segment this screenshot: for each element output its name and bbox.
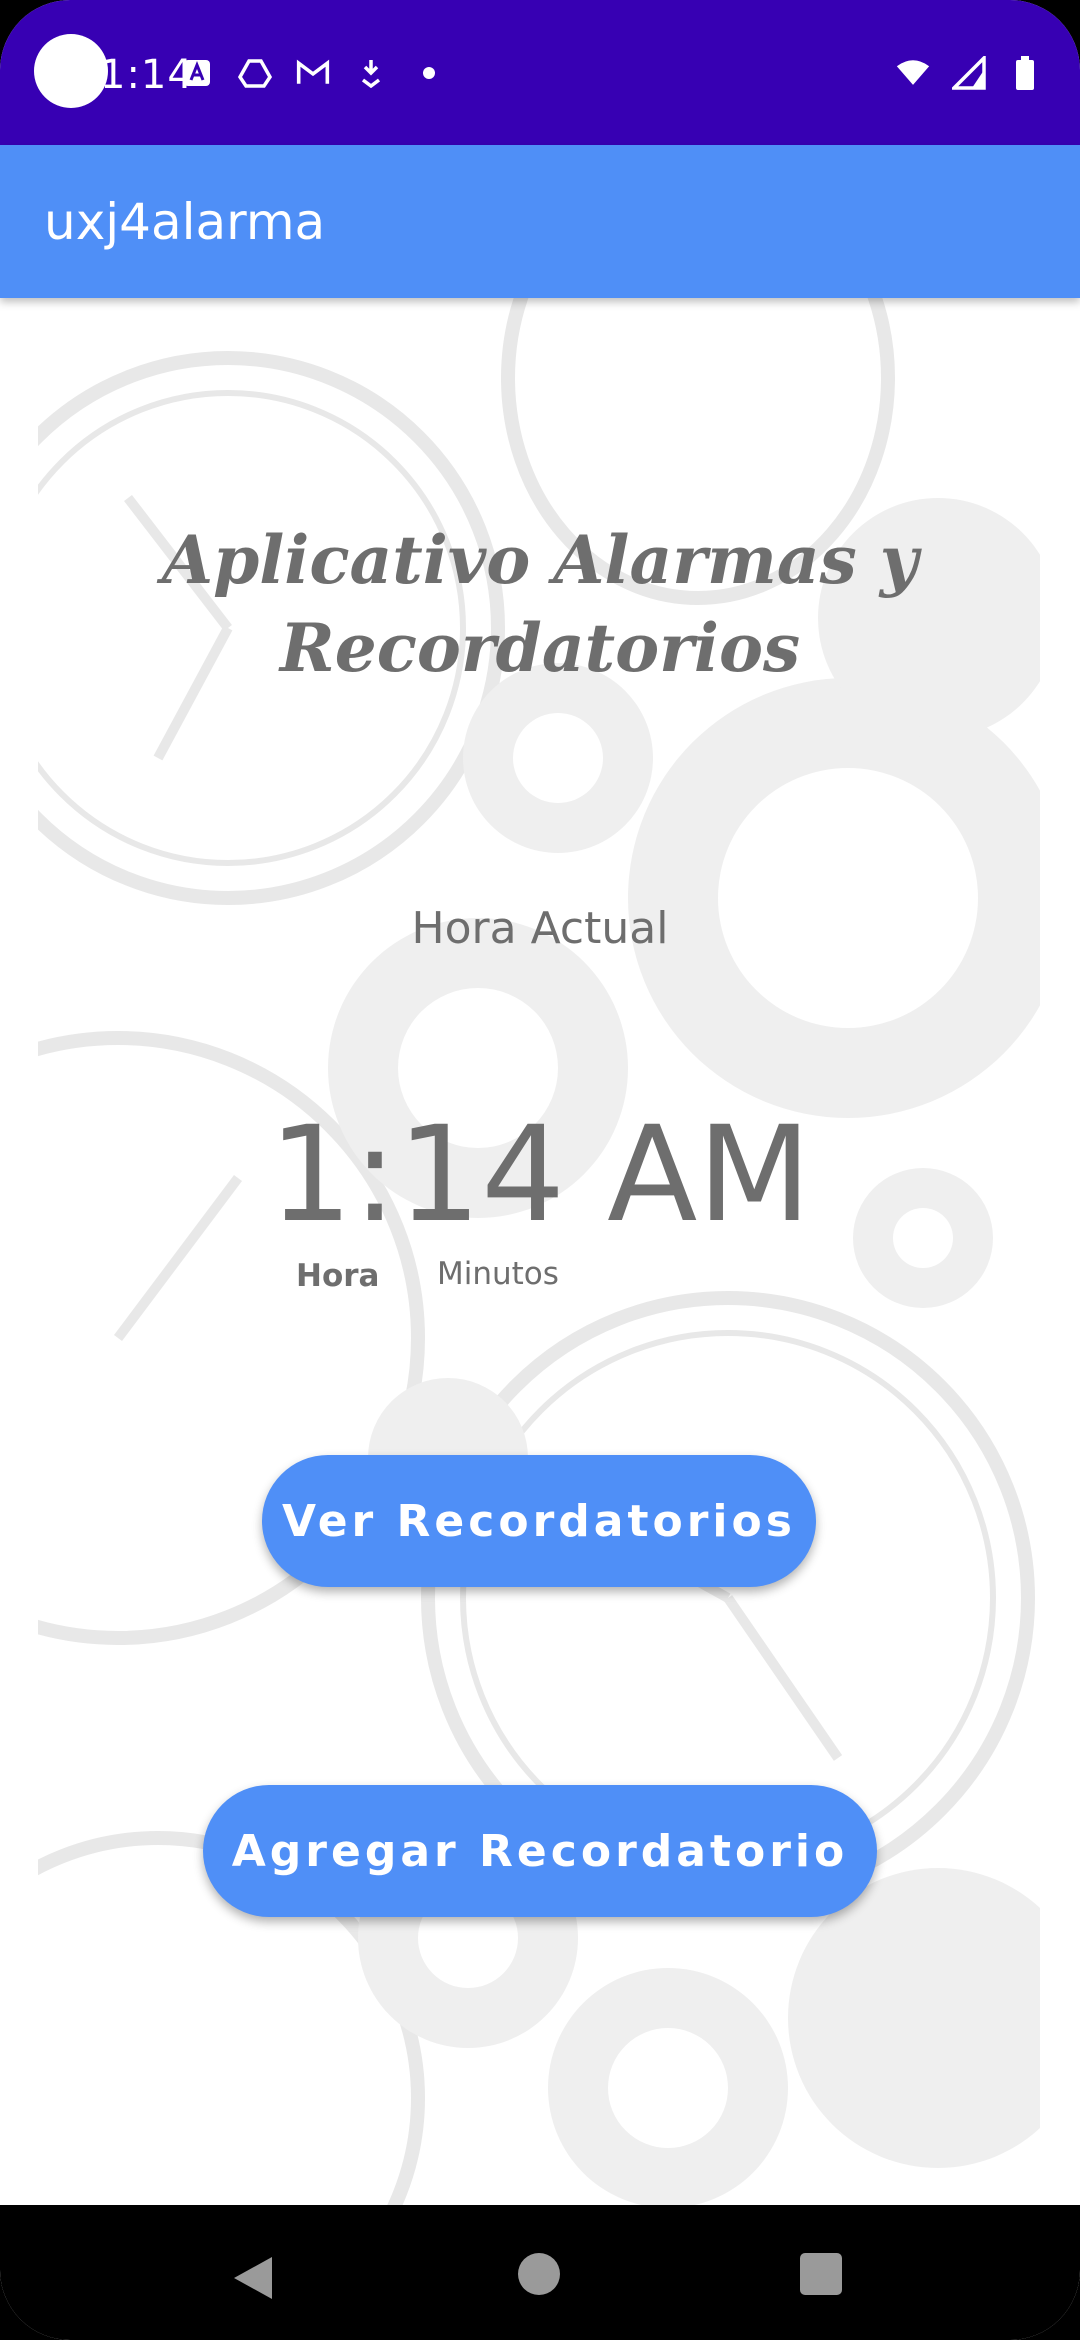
wifi-icon [896,56,930,90]
minutes-label: Minutos [437,1256,559,1292]
navigation-bar [0,2205,1080,2340]
download-icon [354,56,388,90]
back-icon[interactable] [232,2255,276,2306]
system-icons [896,56,1042,90]
app-bar: uxj4alarma [0,145,1080,298]
hour-label: Hora [296,1258,380,1294]
view-reminders-button[interactable]: Ver Recordatorios [262,1455,816,1587]
main-content: Aplicativo Alarmas y Recordatorios Hora … [0,298,1080,2205]
dot-icon [412,56,446,90]
battery-icon [1008,56,1042,90]
app-title: uxj4alarma [44,193,326,251]
home-icon[interactable] [518,2253,560,2295]
signal-icon [952,56,986,90]
page-title: Aplicativo Alarmas y Recordatorios [161,521,919,687]
camera-cutout [34,34,108,108]
status-bar: 1:14 [0,0,1080,145]
current-time-label: Hora Actual [411,903,669,954]
drive-icon [238,56,272,90]
clock-display: 1:14 AM [268,1098,812,1252]
notification-icons [180,56,446,90]
recents-icon[interactable] [800,2253,842,2295]
gmail-icon [296,56,330,90]
add-reminder-button[interactable]: Agregar Recordatorio [203,1785,877,1917]
text-icon [180,56,214,90]
phone-screen: 1:14 uxj4alarma Aplicativo Alarmas y Rec… [0,0,1080,2340]
